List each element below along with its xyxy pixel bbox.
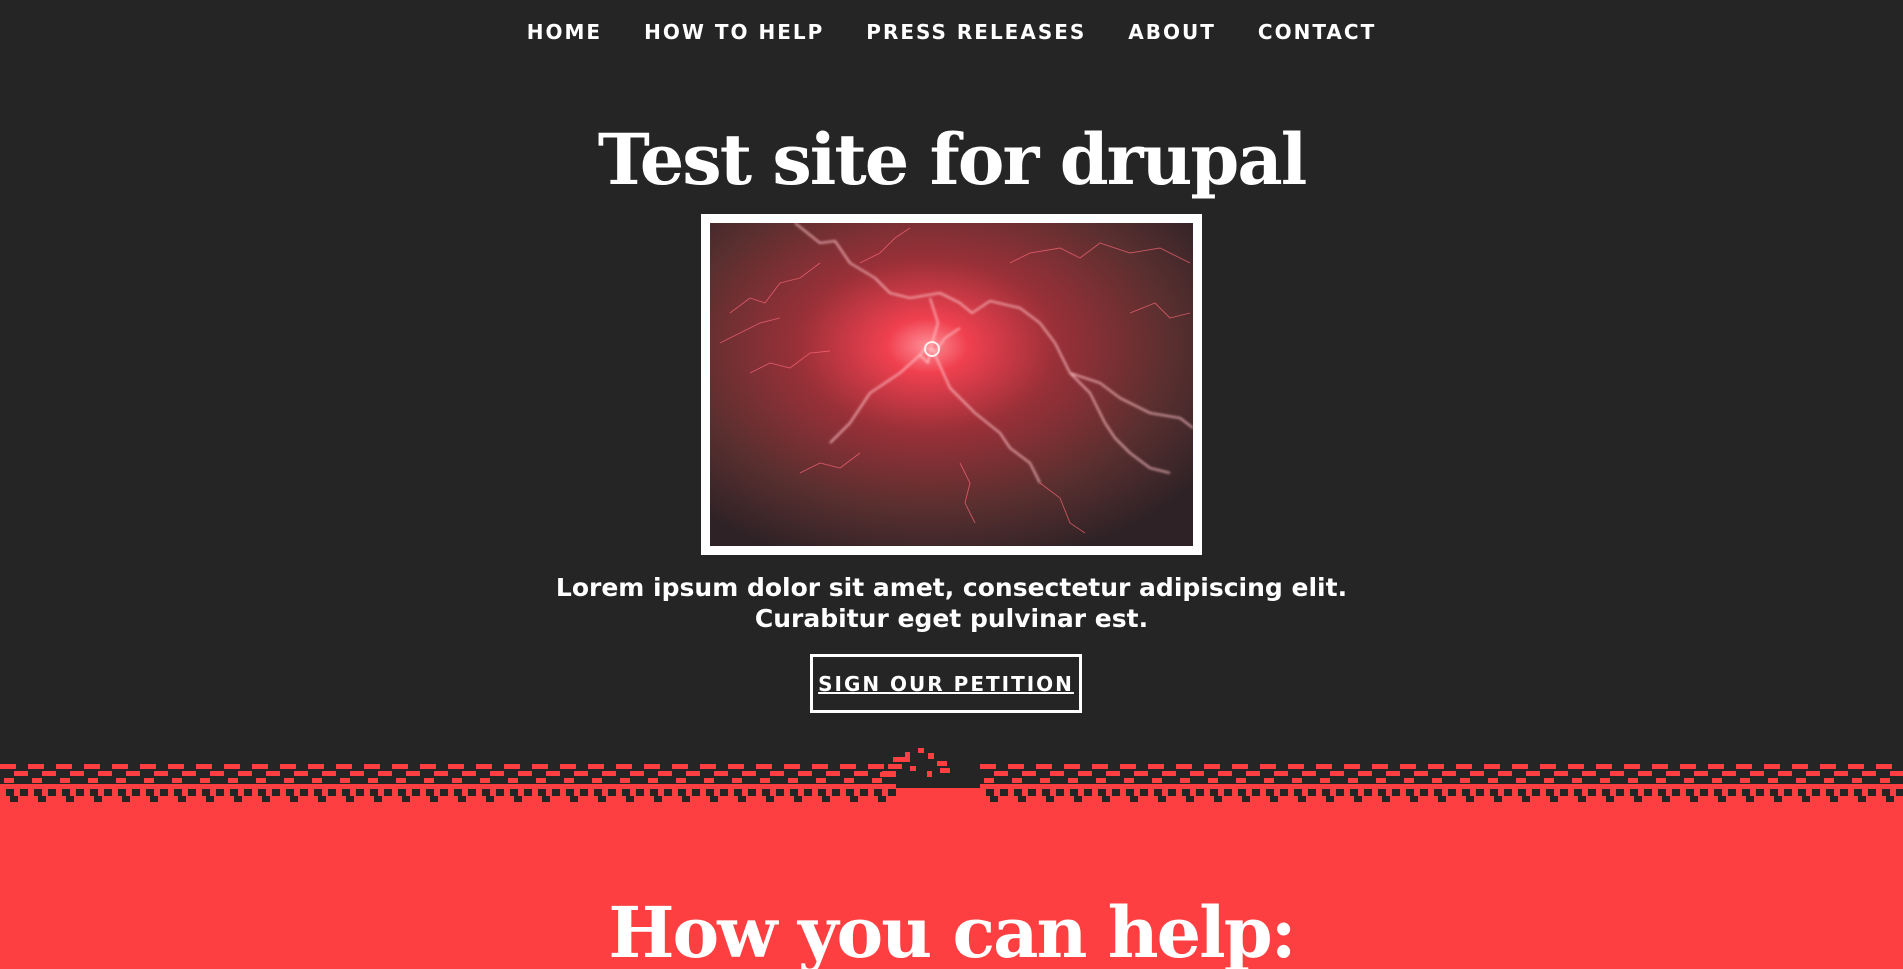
patterned-border (0, 740, 1903, 810)
main-nav: HOME HOW TO HELP PRESS RELEASES ABOUT CO… (0, 18, 1903, 46)
nav-item-contact[interactable]: CONTACT (1258, 18, 1376, 46)
page-title: Test site for drupal (597, 118, 1308, 201)
hero-description-line-1: Lorem ipsum dolor sit amet, consectetur … (555, 573, 1348, 602)
lightning-image (710, 223, 1193, 546)
hero-description: Lorem ipsum dolor sit amet, consectetur … (0, 572, 1903, 634)
sign-petition-button[interactable]: SIGN OUR PETITION (810, 654, 1082, 713)
how-to-help-title: How you can help: (608, 891, 1296, 969)
nav-item-press-releases[interactable]: PRESS RELEASES (866, 18, 1086, 46)
nav-item-how-to-help[interactable]: HOW TO HELP (644, 18, 824, 46)
hero-image-frame (701, 214, 1202, 555)
hero-section: HOME HOW TO HELP PRESS RELEASES ABOUT CO… (0, 0, 1903, 760)
nav-item-home[interactable]: HOME (527, 18, 602, 46)
hero-description-line-2: Curabitur eget pulvinar est. (754, 604, 1149, 633)
nav-item-about[interactable]: ABOUT (1128, 18, 1216, 46)
